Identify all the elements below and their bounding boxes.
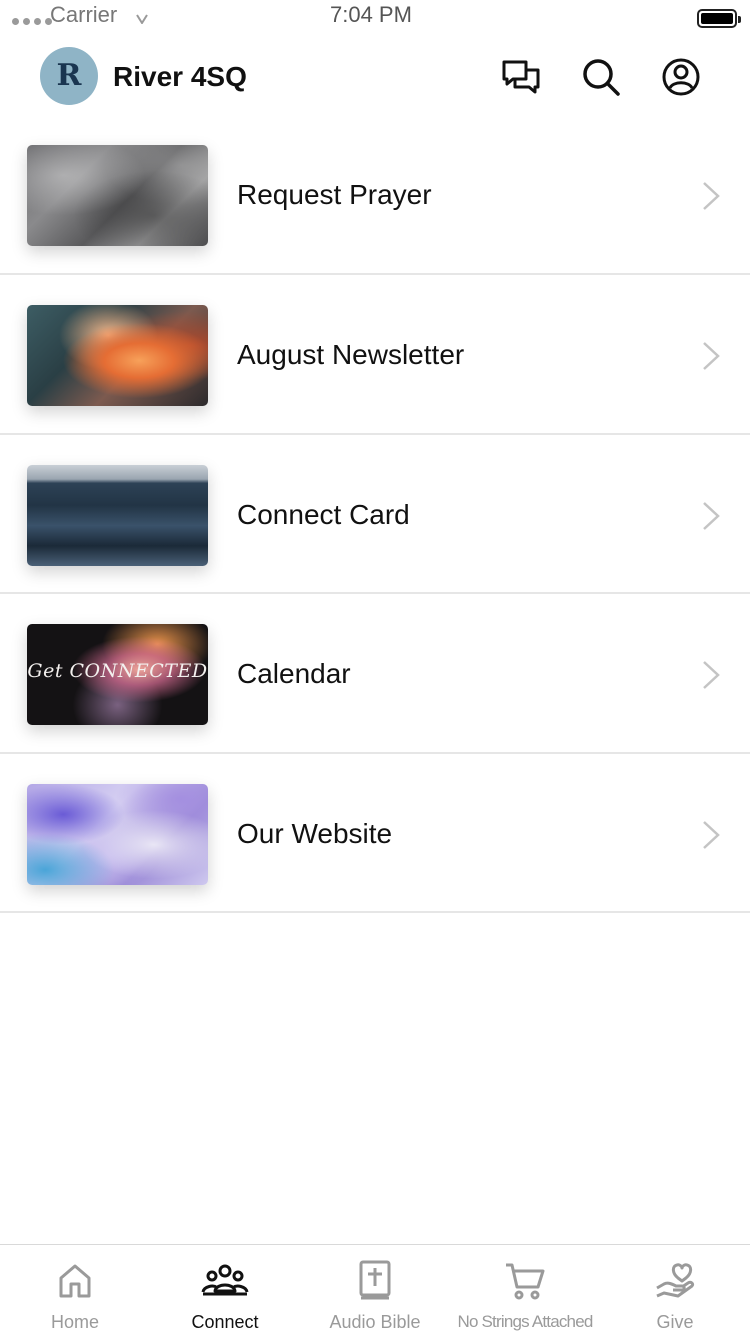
church-logo[interactable]: R [40,47,98,105]
purple-paint-thumbnail [27,783,208,885]
people-icon [201,1264,249,1296]
tab-label: Audio Bible [329,1312,421,1332]
tab-connect[interactable]: Connect [150,1245,300,1334]
give-heart-icon [656,1263,695,1298]
tab-audio-bible[interactable]: Audio Bible [300,1245,450,1334]
get-connected-thumbnail: Get CONNECTED [27,624,208,726]
list-item-our-website[interactable]: Our Website [0,754,750,914]
ocean-waves-thumbnail [27,464,208,566]
connect-list: Request Prayer August Newsletter Connect… [0,115,750,914]
chevron-right-icon [703,182,720,210]
chat-button[interactable] [500,56,542,98]
cart-icon [506,1263,545,1300]
bible-icon [359,1260,391,1300]
chevron-right-icon [703,342,720,370]
battery-icon [697,9,741,28]
tab-label: No Strings Attached [457,1312,593,1331]
list-item-calendar[interactable]: Get CONNECTED Calendar [0,594,750,754]
status-time: 7:04 PM [330,2,412,27]
list-item-label: Our Website [237,817,393,849]
home-icon [59,1264,91,1298]
thumbnail-caption: Get CONNECTED [27,660,208,683]
tab-no-strings-attached[interactable]: No Strings Attached [450,1245,600,1334]
tab-home[interactable]: Home [0,1245,150,1334]
list-item-label: Calendar [237,658,351,690]
search-button[interactable] [580,56,622,98]
chevron-right-icon [703,661,720,690]
wifi-icon [136,14,148,24]
tab-label: Give [656,1312,694,1332]
chat-icon [502,60,540,94]
list-item-connect-card[interactable]: Connect Card [0,435,750,595]
carrier-label: Carrier [50,2,118,27]
list-item-label: Request Prayer [237,179,432,210]
logo-letter: R [56,58,82,93]
chevron-right-icon [703,820,720,849]
list-item-label: August Newsletter [237,339,465,370]
bottom-tab-bar: Home Connect Audio Bible No Strings Atta… [0,1244,750,1334]
profile-button[interactable] [660,56,702,98]
tab-label: Connect [191,1312,259,1332]
app-title: River 4SQ [113,61,247,92]
profile-icon [662,58,700,96]
status-bar: Carrier 7:04 PM [0,0,750,40]
app-header: R River 4SQ [0,40,750,115]
chevron-right-icon [703,501,720,530]
marble-thumbnail [27,145,208,246]
list-item-request-prayer[interactable]: Request Prayer [0,115,750,275]
signal-icon [12,18,52,25]
tab-give[interactable]: Give [600,1245,750,1334]
tab-label: Home [50,1312,99,1332]
list-item-label: Connect Card [237,498,410,530]
sunset-clouds-thumbnail [27,305,208,406]
list-item-august-newsletter[interactable]: August Newsletter [0,275,750,435]
search-icon [583,59,620,96]
